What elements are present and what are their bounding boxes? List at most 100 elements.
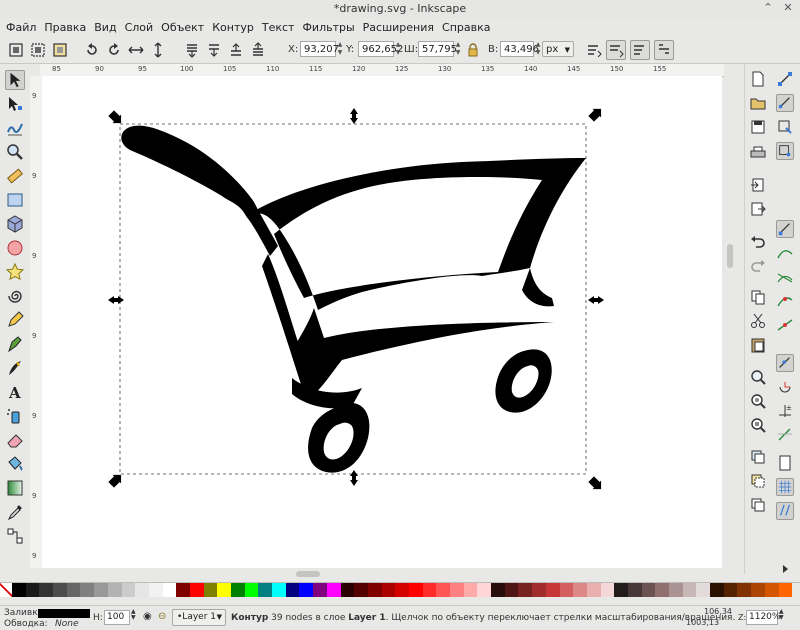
duplicate-icon[interactable] bbox=[749, 448, 767, 466]
zoom-icon[interactable] bbox=[5, 142, 25, 162]
shopping-cart-drawing[interactable] bbox=[121, 125, 586, 473]
color-swatch[interactable] bbox=[627, 583, 642, 597]
color-swatch[interactable] bbox=[94, 583, 108, 597]
zoom-drawing-icon[interactable] bbox=[749, 392, 767, 410]
color-swatch[interactable] bbox=[682, 583, 697, 597]
snap-rotation-icon[interactable] bbox=[776, 378, 794, 396]
color-swatch[interactable] bbox=[148, 583, 163, 597]
clone-icon[interactable] bbox=[749, 472, 767, 490]
horizontal-scrollbar[interactable] bbox=[42, 568, 724, 580]
zoom-page-icon[interactable] bbox=[749, 416, 767, 434]
zoom-selection-icon[interactable] bbox=[749, 368, 767, 386]
color-swatch[interactable] bbox=[299, 583, 314, 597]
move-patterns-icon[interactable] bbox=[654, 40, 674, 60]
snap-toggle-icon[interactable] bbox=[776, 70, 794, 88]
handle-bottom-right[interactable] bbox=[587, 475, 605, 493]
color-swatch[interactable] bbox=[408, 583, 423, 597]
text-icon[interactable]: A bbox=[5, 382, 25, 402]
color-swatch[interactable] bbox=[39, 583, 54, 597]
handle-bottom-left[interactable] bbox=[107, 471, 125, 489]
undo-icon[interactable] bbox=[749, 232, 767, 250]
zoom-spinner[interactable]: ▲ ▼ bbox=[779, 609, 784, 621]
spiral-icon[interactable] bbox=[5, 286, 25, 306]
menu-layer[interactable]: Слой bbox=[121, 21, 158, 34]
snap-intersection-icon[interactable] bbox=[776, 268, 794, 286]
h-spinner[interactable]: ▲ ▼ bbox=[534, 41, 542, 57]
color-swatch[interactable] bbox=[285, 583, 300, 597]
star-icon[interactable] bbox=[5, 262, 25, 282]
color-swatch[interactable] bbox=[326, 583, 341, 597]
color-swatch[interactable] bbox=[121, 583, 136, 597]
stroke-value[interactable]: None bbox=[55, 619, 78, 629]
paste-icon[interactable] bbox=[749, 336, 767, 354]
color-swatch[interactable] bbox=[25, 583, 40, 597]
new-document-icon[interactable] bbox=[749, 70, 767, 88]
select-all-icon[interactable] bbox=[6, 40, 26, 60]
snap-page-icon[interactable]: ± bbox=[776, 402, 794, 420]
snap-guide-lines-icon[interactable] bbox=[776, 502, 794, 520]
color-swatch[interactable] bbox=[450, 583, 464, 597]
no-paint-swatch[interactable] bbox=[0, 583, 12, 597]
color-swatch[interactable] bbox=[518, 583, 533, 597]
snap-midpoint-icon[interactable] bbox=[776, 316, 794, 334]
snap-grid-icon[interactable] bbox=[776, 478, 794, 496]
color-swatch[interactable] bbox=[710, 583, 724, 597]
y-spinner[interactable]: ▲ ▼ bbox=[394, 41, 402, 57]
color-swatch[interactable] bbox=[395, 583, 409, 597]
w-spinner[interactable]: ▲ ▼ bbox=[454, 41, 462, 57]
layer-select[interactable]: •Layer 1 ▼ bbox=[172, 609, 226, 626]
color-swatch[interactable] bbox=[778, 583, 793, 597]
redo-icon[interactable] bbox=[749, 256, 767, 274]
horizontal-scroll-thumb[interactable] bbox=[296, 571, 320, 577]
tweak-icon[interactable] bbox=[5, 118, 25, 138]
snap-smooth-icon[interactable] bbox=[776, 292, 794, 310]
eraser-icon[interactable] bbox=[5, 430, 25, 450]
color-swatch[interactable] bbox=[491, 583, 505, 597]
zoom-field[interactable]: 1120% bbox=[746, 610, 780, 625]
color-swatch[interactable] bbox=[381, 583, 396, 597]
color-swatch[interactable] bbox=[463, 583, 478, 597]
rotate-ccw-icon[interactable] bbox=[82, 40, 102, 60]
color-swatch[interactable] bbox=[655, 583, 669, 597]
color-swatch[interactable] bbox=[354, 583, 368, 597]
opacity-spinner[interactable]: ▲ ▼ bbox=[131, 609, 136, 621]
scale-corners-icon[interactable] bbox=[606, 40, 626, 60]
measure-icon[interactable] bbox=[5, 166, 25, 186]
color-swatch[interactable] bbox=[696, 583, 711, 597]
color-swatch[interactable] bbox=[313, 583, 327, 597]
color-swatch[interactable] bbox=[422, 583, 437, 597]
opacity-field[interactable]: 100 bbox=[104, 610, 130, 625]
copy-icon[interactable] bbox=[749, 288, 767, 306]
menu-path[interactable]: Контур bbox=[208, 21, 258, 34]
color-swatch[interactable] bbox=[600, 583, 615, 597]
menu-view[interactable]: Вид bbox=[90, 21, 120, 34]
gradient-icon[interactable] bbox=[5, 478, 25, 498]
bucket-icon[interactable] bbox=[5, 454, 25, 474]
color-swatch[interactable] bbox=[107, 583, 122, 597]
flip-horizontal-icon[interactable] bbox=[126, 40, 146, 60]
vertical-scrollbar[interactable] bbox=[724, 76, 736, 568]
snap-bbox-icon[interactable] bbox=[776, 94, 794, 112]
handle-left[interactable] bbox=[108, 296, 124, 304]
color-swatch[interactable] bbox=[66, 583, 81, 597]
drawing-canvas[interactable] bbox=[42, 76, 722, 568]
color-swatch[interactable] bbox=[669, 583, 683, 597]
unit-select[interactable]: px ▼ bbox=[542, 41, 574, 57]
handle-right[interactable] bbox=[588, 296, 604, 304]
3d-box-icon[interactable] bbox=[5, 214, 25, 234]
handle-top[interactable] bbox=[350, 108, 358, 124]
selector-icon[interactable] bbox=[5, 70, 25, 90]
menu-extensions[interactable]: Расширения bbox=[359, 21, 438, 34]
raise-to-top-icon[interactable] bbox=[248, 40, 268, 60]
pen-icon[interactable] bbox=[5, 334, 25, 354]
color-palette[interactable] bbox=[0, 582, 800, 597]
color-swatch[interactable] bbox=[189, 583, 204, 597]
open-icon[interactable] bbox=[749, 94, 767, 112]
color-swatch[interactable] bbox=[176, 583, 190, 597]
rectangle-icon[interactable] bbox=[5, 190, 25, 210]
color-swatch[interactable] bbox=[723, 583, 738, 597]
color-swatch[interactable] bbox=[559, 583, 574, 597]
handle-top-left[interactable] bbox=[107, 109, 125, 127]
color-swatch[interactable] bbox=[12, 583, 26, 597]
color-swatch[interactable] bbox=[641, 583, 656, 597]
